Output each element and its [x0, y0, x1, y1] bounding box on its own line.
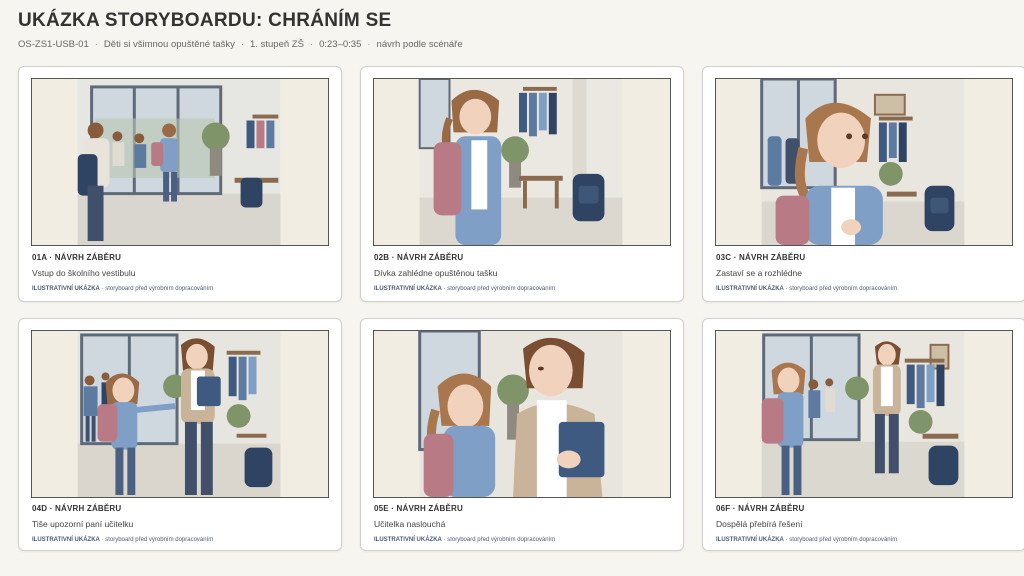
shot-illustration: [715, 330, 1013, 498]
note-strong: ILUSTRATIVNÍ UKÁZKA: [32, 537, 100, 543]
storyboard-card-06f[interactable]: 06F · NÁVRH ZÁBĚRU Dospělá přebírá řešen…: [702, 318, 1024, 551]
meta-separator: ·: [240, 39, 245, 50]
meta-code: OS-ZS1-USB-01: [18, 39, 89, 50]
shot-note: ILUSTRATIVNÍ UKÁZKA · storyboard před vý…: [374, 286, 555, 292]
meta-separator: ·: [367, 39, 371, 50]
meta-line: OS-ZS1-USB-01 · Děti si všimnou opuštěné t…: [18, 39, 463, 50]
note-rest: · storyboard před výrobním dopracováním: [783, 286, 898, 292]
meta-separator: ·: [309, 39, 314, 50]
meta-separator: ·: [94, 39, 98, 50]
shot-label: 02B · NÁVRH ZÁBĚRU: [374, 253, 464, 262]
shot-note: ILUSTRATIVNÍ UKÁZKA · storyboard před vý…: [32, 537, 213, 543]
note-rest: · storyboard před výrobním dopracováním: [441, 537, 556, 543]
shot-description: Zastaví se a rozhlédne: [716, 268, 802, 278]
shot-illustration: [715, 78, 1013, 246]
note-strong: ILUSTRATIVNÍ UKÁZKA: [716, 286, 784, 292]
shot-note: ILUSTRATIVNÍ UKÁZKA · storyboard před vý…: [32, 286, 213, 292]
note-rest: · storyboard před výrobním dopracováním: [441, 286, 556, 292]
shot-note: ILUSTRATIVNÍ UKÁZKA · storyboard před vý…: [374, 537, 555, 543]
shot-illustration: [373, 78, 671, 246]
shot-note: ILUSTRATIVNÍ UKÁZKA · storyboard před vý…: [716, 537, 897, 543]
shot-description: Vstup do školního vestibulu: [32, 268, 136, 278]
storyboard-card-04d[interactable]: 04D · NÁVRH ZÁBĚRU Tiše upozorní paní uč…: [18, 318, 342, 551]
meta-timecode: 0:23–0:35: [319, 39, 362, 50]
shot-label: 01A · NÁVRH ZÁBĚRU: [32, 253, 122, 262]
note-strong: ILUSTRATIVNÍ UKÁZKA: [32, 286, 100, 292]
storyboard-page: UKÁZKA STORYBOARDU: CHRÁNÍM SE OS-ZS1-US…: [0, 0, 1024, 576]
page-title: UKÁZKA STORYBOARDU: CHRÁNÍM SE: [18, 10, 392, 31]
shot-note: ILUSTRATIVNÍ UKÁZKA · storyboard před vý…: [716, 286, 897, 292]
shot-description: Dívka zahlédne opuštěnou tašku: [374, 268, 498, 278]
meta-status: návrh podle scénáře: [376, 39, 463, 50]
note-strong: ILUSTRATIVNÍ UKÁZKA: [716, 537, 784, 543]
shot-illustration: [31, 330, 329, 498]
note-strong: ILUSTRATIVNÍ UKÁZKA: [374, 537, 442, 543]
storyboard-card-01a[interactable]: 01A · NÁVRH ZÁBĚRU Vstup do školního ves…: [18, 66, 342, 302]
note-rest: · storyboard před výrobním dopracováním: [99, 286, 214, 292]
shot-description: Učitelka naslouchá: [374, 519, 446, 529]
storyboard-grid: 01A · NÁVRH ZÁBĚRU Vstup do školního ves…: [18, 66, 1024, 551]
shot-label: 04D · NÁVRH ZÁBĚRU: [32, 504, 122, 513]
storyboard-card-03c[interactable]: 03C · NÁVRH ZÁBĚRU Zastaví se a rozhlédn…: [702, 66, 1024, 302]
note-rest: · storyboard před výrobním dopracováním: [783, 537, 898, 543]
shot-description: Tiše upozorní paní učitelku: [32, 519, 134, 529]
shot-label: 05E · NÁVRH ZÁBĚRU: [374, 504, 463, 513]
shot-illustration: [31, 78, 329, 246]
note-strong: ILUSTRATIVNÍ UKÁZKA: [374, 286, 442, 292]
meta-level: 1. stupeň ZŠ: [250, 39, 304, 50]
shot-label: 03C · NÁVRH ZÁBĚRU: [716, 253, 806, 262]
shot-illustration: [373, 330, 671, 498]
note-rest: · storyboard před výrobním dopracováním: [99, 537, 214, 543]
storyboard-card-02b[interactable]: 02B · NÁVRH ZÁBĚRU Dívka zahlédne opuště…: [360, 66, 684, 302]
meta-topic: Děti si všimnou opuštěné tašky: [103, 39, 235, 50]
shot-description: Dospělá přebírá řešení: [716, 519, 803, 529]
storyboard-card-05e[interactable]: 05E · NÁVRH ZÁBĚRU Učitelka naslouchá IL…: [360, 318, 684, 551]
shot-label: 06F · NÁVRH ZÁBĚRU: [716, 504, 805, 513]
